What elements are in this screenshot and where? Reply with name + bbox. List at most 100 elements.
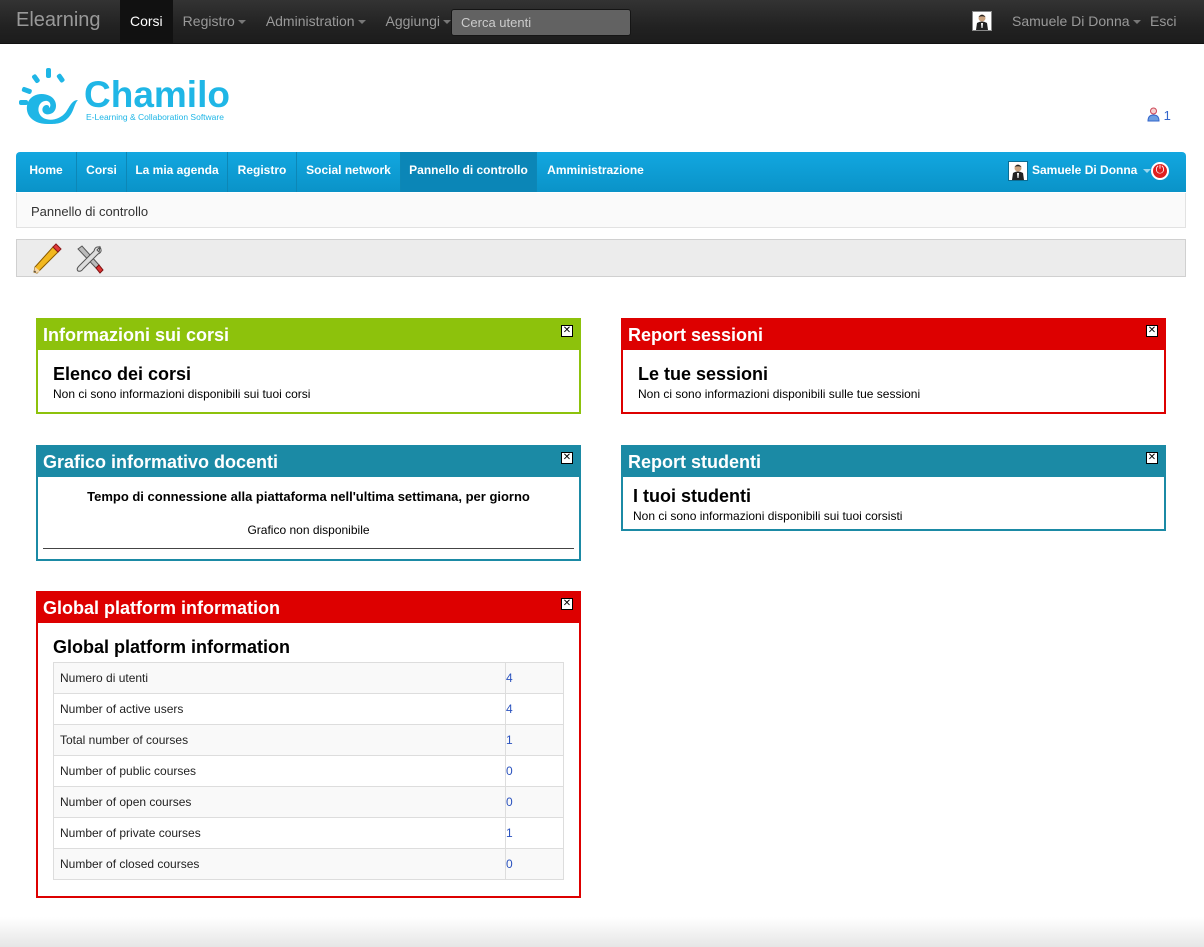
chamilo-logo[interactable]: Chamilo E-Learning & Collaboration Softw… (18, 66, 248, 128)
platform-stats-table: Numero di utenti 4 Number of active users… (53, 662, 564, 880)
block-title: Informazioni sui corsi (43, 325, 230, 345)
table-row: Number of closed courses 0 (53, 848, 564, 880)
nav-user-name: Samuele Di Donna (1032, 163, 1138, 178)
user-avatar-icon (973, 12, 991, 30)
caret-down-icon (443, 20, 452, 25)
breadcrumb: Pannello di controllo (16, 193, 1186, 228)
page-footer (0, 917, 1204, 947)
top-menu-aggiungi[interactable]: Aggiungi (376, 0, 462, 44)
block-session-report: Report sessioni ✕ Le tue sessioni Non ci… (621, 318, 1166, 414)
nav-item-pannello-di-controllo[interactable]: Pannello di controllo (401, 152, 537, 192)
top-menu: Corsi Registro Administration Aggiungi (120, 0, 461, 44)
chamilo-logo-icon (19, 68, 79, 124)
block-student-report: Report studenti ✕ I tuoi studenti Non ci… (621, 445, 1166, 531)
nav-user-menu[interactable]: Samuele Di Donna (1008, 161, 1152, 181)
online-users-count: 1 (1163, 108, 1171, 123)
logo-wordmark: Chamilo (84, 74, 230, 115)
stat-value[interactable]: 4 (505, 693, 564, 725)
caret-down-icon (237, 20, 246, 25)
nav-item-registro[interactable]: Registro (228, 152, 297, 192)
configure-blocks-button[interactable] (73, 243, 105, 275)
block-teacher-graph: Grafico informativo docenti ✕ Tempo di c… (36, 445, 581, 561)
search-users-input[interactable] (451, 9, 631, 36)
block-message: Non ci sono informazioni disponibili sul… (638, 387, 921, 401)
block-message: Non ci sono informazioni disponibili sui… (53, 387, 311, 401)
table-row: Number of private courses 1 (53, 817, 564, 849)
stat-label: Number of private courses (53, 817, 506, 849)
block-subtitle: Elenco dei corsi (53, 364, 192, 384)
block-global-platform-info: Global platform information ✕ Global pla… (36, 591, 581, 898)
close-icon[interactable]: ✕ (561, 325, 573, 337)
stat-value[interactable]: 0 (505, 848, 564, 880)
stat-label: Number of public courses (53, 755, 506, 787)
block-message: Non ci sono informazioni disponibili sui… (633, 509, 903, 523)
online-users[interactable]: 1 (1147, 107, 1171, 123)
user-name: Samuele Di Donna (1012, 13, 1130, 29)
breadcrumb-current: Pannello di controllo (31, 204, 149, 219)
chart-title: Tempo di connessione alla piattaforma ne… (87, 489, 530, 504)
top-menu-registro[interactable]: Registro (173, 0, 256, 44)
stat-label: Numero di utenti (53, 662, 506, 694)
top-menu-label: Aggiungi (385, 13, 441, 29)
block-course-info: Informazioni sui corsi ✕ Elenco dei cors… (36, 318, 581, 414)
table-row: Numero di utenti 4 (53, 662, 564, 694)
divider (43, 548, 574, 549)
block-title: Report studenti (628, 452, 761, 472)
edit-dashboard-button[interactable] (31, 243, 63, 275)
stat-value[interactable]: 1 (505, 817, 564, 849)
top-navbar: Elearning Corsi Registro Administration … (0, 0, 1204, 44)
power-icon[interactable]: ⏻ (1151, 162, 1169, 180)
avatar[interactable] (972, 11, 992, 31)
block-title: Global platform information (43, 598, 280, 618)
block-header: Global platform information ✕ (38, 593, 579, 623)
user-menu[interactable]: Samuele Di Donna (1012, 0, 1141, 44)
close-icon[interactable]: ✕ (561, 598, 573, 610)
block-title: Grafico informativo docenti (43, 452, 279, 472)
pencil-icon (33, 243, 62, 274)
online-users-icon (1147, 107, 1160, 122)
table-row: Number of active users 4 (53, 693, 564, 725)
block-subtitle: Le tue sessioni (638, 364, 769, 384)
caret-down-icon (1132, 20, 1141, 25)
top-menu-label: Registro (182, 13, 235, 29)
stat-label: Number of open courses (53, 786, 506, 818)
logo-tagline: E-Learning & Collaboration Software (86, 112, 224, 122)
block-header: Grafico informativo docenti ✕ (38, 447, 579, 477)
table-row: Total number of courses 1 (53, 724, 564, 756)
table-row: Number of public courses 0 (53, 755, 564, 787)
nav-item-social-network[interactable]: Social network (297, 152, 401, 192)
stat-value[interactable]: 1 (505, 724, 564, 756)
chart-unavailable-message: Grafico non disponibile (247, 523, 370, 537)
nav-item-agenda[interactable]: La mia agenda (127, 152, 228, 192)
top-menu-label: Administration (265, 13, 355, 29)
block-title: Report sessioni (628, 325, 764, 345)
avatar (1008, 161, 1028, 181)
block-header: Report studenti ✕ (623, 447, 1164, 477)
nav-item-amministrazione[interactable]: Amministrazione (537, 152, 654, 192)
block-header: Report sessioni ✕ (623, 320, 1164, 350)
block-subtitle: I tuoi studenti (633, 486, 751, 506)
top-menu-label: Corsi (130, 13, 163, 29)
block-subtitle: Global platform information (53, 637, 290, 657)
stat-label: Number of active users (53, 693, 506, 725)
stat-label: Number of closed courses (53, 848, 506, 880)
table-row: Number of open courses 0 (53, 786, 564, 818)
nav-item-corsi[interactable]: Corsi (77, 152, 127, 192)
site-brand[interactable]: Elearning (16, 9, 101, 32)
nav-item-home[interactable]: Home (16, 152, 77, 192)
stat-value[interactable]: 0 (505, 786, 564, 818)
user-avatar-icon (1009, 162, 1027, 180)
stat-value[interactable]: 4 (505, 662, 564, 694)
logout-link[interactable]: Esci (1150, 0, 1176, 44)
close-icon[interactable]: ✕ (1146, 325, 1158, 337)
stat-value[interactable]: 0 (505, 755, 564, 787)
top-menu-administration[interactable]: Administration (256, 0, 376, 44)
stat-label: Total number of courses (53, 724, 506, 756)
actions-toolbar (16, 239, 1186, 277)
close-icon[interactable]: ✕ (561, 452, 573, 464)
block-header: Informazioni sui corsi ✕ (38, 320, 579, 350)
close-icon[interactable]: ✕ (1146, 452, 1158, 464)
top-menu-corsi[interactable]: Corsi (120, 0, 173, 44)
main-navigation: Home Corsi La mia agenda Registro Social… (16, 152, 1186, 192)
tools-icon (76, 245, 104, 274)
